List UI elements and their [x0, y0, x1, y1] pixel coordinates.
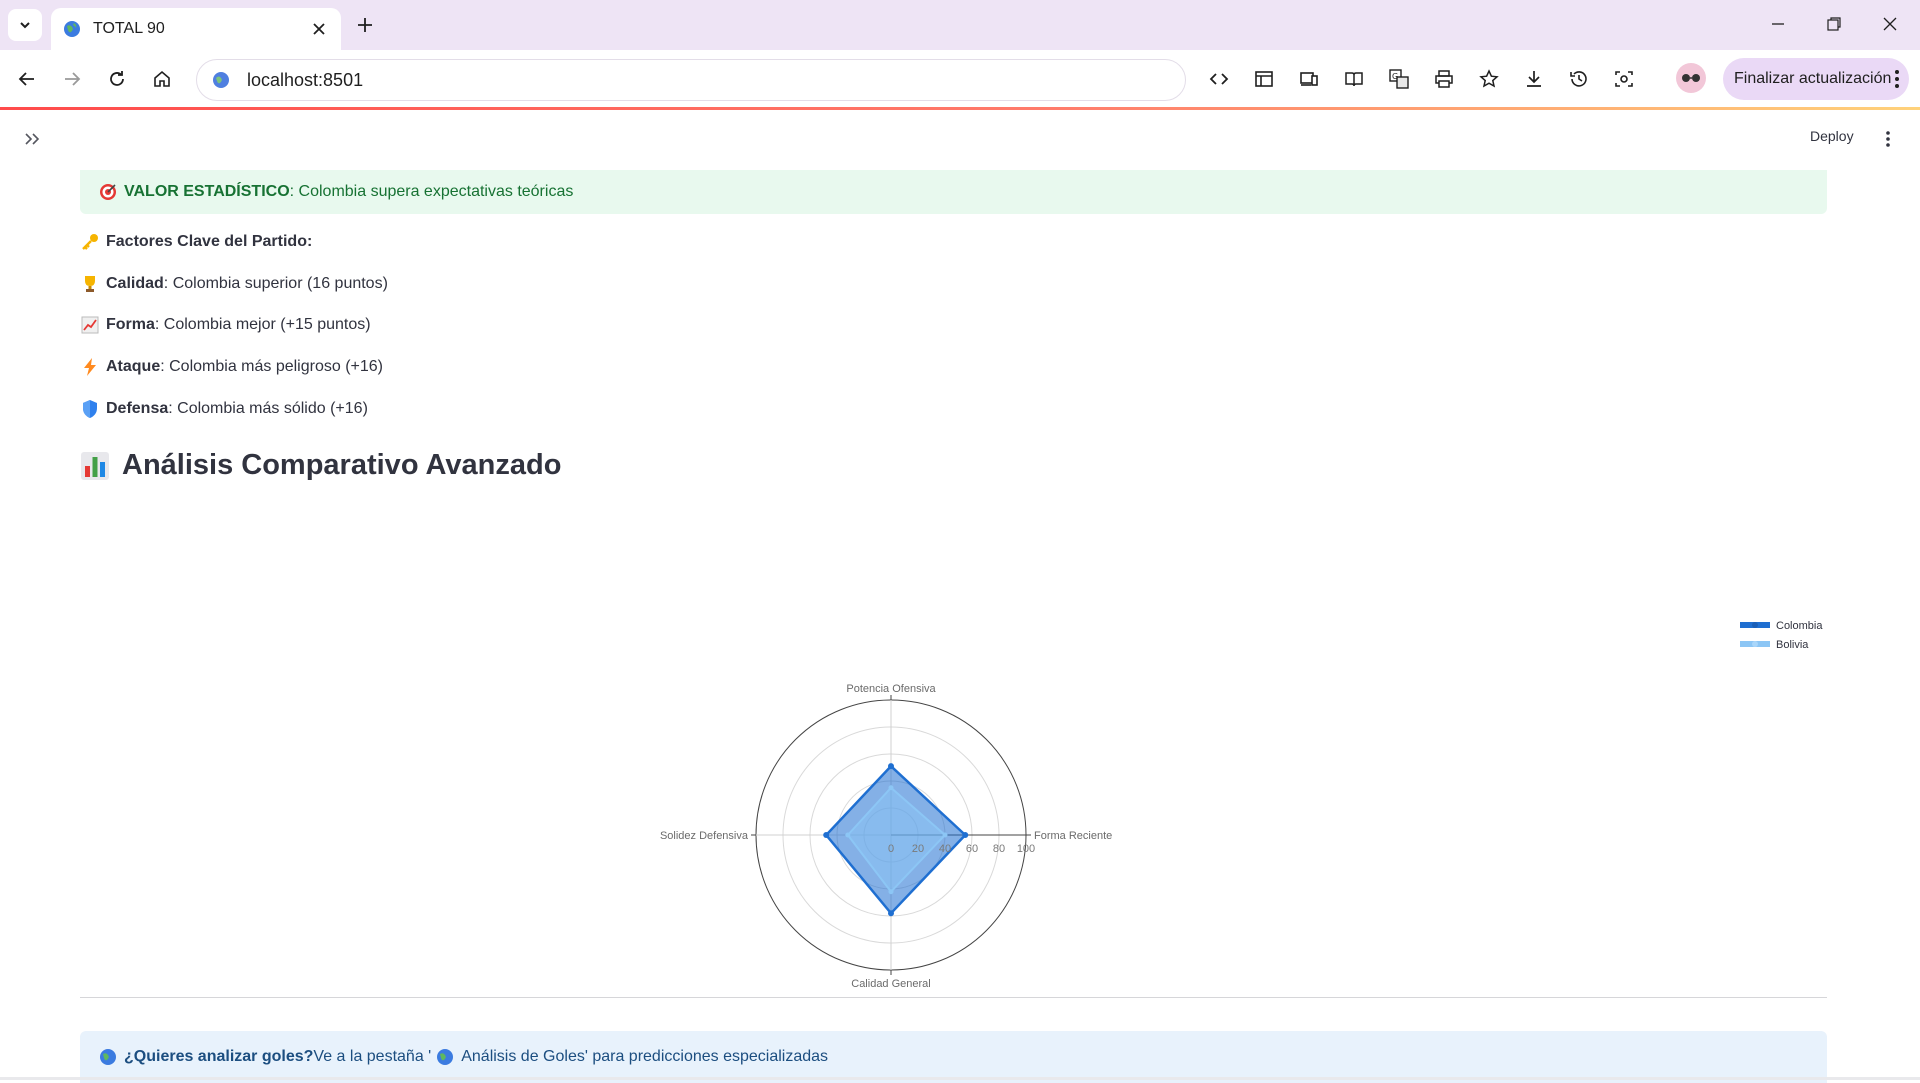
target-icon — [100, 184, 116, 200]
restore-icon — [1827, 17, 1841, 31]
deploy-button[interactable]: Deploy — [1810, 128, 1854, 144]
radar-point-colombia — [962, 832, 969, 838]
site-info-icon[interactable] — [211, 70, 231, 90]
radar-axis-label: Forma Reciente — [1034, 830, 1112, 842]
radar-point-colombia — [888, 763, 894, 770]
radar-point-colombia — [888, 910, 894, 917]
code-icon[interactable] — [1202, 62, 1236, 96]
screenshot-icon[interactable] — [1607, 62, 1641, 96]
translate-icon[interactable]: G — [1382, 62, 1416, 96]
factors-heading: Factores Clave del Partido: — [80, 232, 312, 252]
factor-item: Forma: Colombia mejor (+15 puntos) — [80, 315, 371, 335]
browser-tab[interactable]: TOTAL 90 — [51, 8, 341, 50]
home-icon — [154, 70, 170, 87]
svg-text:G: G — [1392, 72, 1398, 81]
success-text: : Colombia supera expectativas teóricas — [289, 183, 574, 200]
radial-tick-label: 80 — [993, 843, 1005, 855]
minimize-icon — [1772, 23, 1784, 25]
bookmark-star-icon[interactable] — [1472, 62, 1506, 96]
tab-list-button[interactable] — [8, 9, 42, 41]
home-button[interactable] — [145, 62, 179, 96]
browser-toolbar: localhost:8501 G Finalizar actualización — [0, 50, 1920, 108]
info-alert: ¿Quieres analizar goles? Ve a la pestaña… — [80, 1031, 1827, 1083]
print-icon[interactable] — [1427, 62, 1461, 96]
radar-axis-label: Calidad General — [851, 978, 931, 990]
reload-button[interactable] — [100, 62, 134, 96]
more-vert-icon[interactable] — [1895, 70, 1899, 88]
main-menu-button[interactable] — [1880, 128, 1896, 150]
radar-axis-label: Potencia Ofensiva — [846, 683, 936, 695]
update-browser-button[interactable]: Finalizar actualización — [1723, 58, 1909, 100]
update-label: Finalizar actualización — [1734, 70, 1892, 87]
arrow-left-icon — [18, 72, 34, 86]
trophy-icon — [85, 276, 95, 292]
factor-item: Calidad: Colombia superior (16 puntos) — [80, 274, 388, 294]
close-icon — [1883, 17, 1897, 31]
devices-icon[interactable] — [1292, 62, 1326, 96]
reload-icon — [110, 71, 124, 86]
chevron-down-icon — [20, 22, 30, 29]
divider — [80, 997, 1827, 998]
sidebar-toggle-button[interactable] — [20, 128, 44, 150]
glasses-icon — [1682, 74, 1700, 82]
success-alert: VALOR ESTADÍSTICO: Colombia supera expec… — [80, 170, 1827, 214]
tab-title: TOTAL 90 — [93, 20, 165, 37]
radial-tick-label: 60 — [966, 843, 978, 855]
bar-chart-icon — [81, 451, 109, 480]
radar-axis-label: Solidez Defensiva — [660, 830, 749, 842]
radar-point-bolivia — [942, 832, 948, 838]
radar-chart[interactable]: 0 20 40 60 80 100 Potencia Ofensiva Forma Recie… — [80, 540, 1827, 1020]
browser-tab-bar: TOTAL 90 — [0, 0, 1920, 50]
info-label: ¿Quieres analizar goles? — [124, 1048, 314, 1065]
key-icon — [82, 234, 98, 250]
more-vert-icon — [1886, 131, 1890, 147]
radar-chart-svg: 0 20 40 60 80 100 Potencia Ofensiva Forma Recie… — [660, 620, 1823, 990]
success-label: VALOR ESTADÍSTICO — [124, 183, 290, 200]
radar-point-bolivia — [845, 832, 851, 838]
legend-label: Bolivia — [1776, 639, 1809, 651]
factor-item: Defensa: Colombia más sólido (+16) — [80, 399, 368, 419]
radar-point-bolivia — [888, 889, 894, 895]
download-icon[interactable] — [1517, 62, 1551, 96]
app-header: Deploy — [0, 110, 1920, 166]
legend-label: Colombia — [1776, 620, 1823, 632]
legend-marker — [1752, 622, 1758, 628]
factor-item: Ataque: Colombia más peligroso (+16) — [80, 357, 383, 377]
address-bar[interactable]: localhost:8501 — [196, 59, 1186, 101]
radar-point-colombia — [823, 832, 830, 838]
back-button[interactable] — [10, 62, 44, 96]
profile-avatar[interactable] — [1676, 63, 1706, 93]
radial-tick-label: 20 — [912, 843, 924, 855]
new-tab-button[interactable] — [352, 12, 378, 38]
url-text: localhost:8501 — [247, 69, 364, 90]
section-title: Análisis Comparativo Avanzado — [80, 449, 561, 482]
plus-icon — [358, 18, 372, 32]
legend-marker — [1752, 641, 1758, 647]
arrow-right-icon — [65, 72, 81, 86]
minimize-button[interactable] — [1758, 10, 1798, 38]
radar-point-bolivia — [888, 785, 894, 791]
soccer-ball-icon — [437, 1049, 454, 1065]
info-text-before: Ve a la pestaña ' — [313, 1048, 432, 1065]
radial-tick-label: 0 — [888, 843, 894, 855]
lightning-icon — [84, 358, 96, 376]
shield-icon — [83, 400, 97, 418]
close-tab-icon[interactable] — [309, 19, 329, 39]
radial-tick-label: 100 — [1017, 843, 1035, 855]
info-text-after: Análisis de Goles' para predicciones esp… — [461, 1048, 829, 1065]
double-chevron-right-icon — [25, 133, 40, 145]
chart-up-icon — [81, 316, 99, 334]
close-window-button[interactable] — [1870, 10, 1910, 38]
table-icon[interactable] — [1247, 62, 1281, 96]
restore-button[interactable] — [1814, 10, 1854, 38]
soccer-ball-icon — [100, 1049, 116, 1065]
globe-icon — [64, 21, 80, 37]
reader-mode-icon[interactable] — [1337, 62, 1371, 96]
forward-button[interactable] — [55, 62, 89, 96]
history-icon[interactable] — [1562, 62, 1596, 96]
radial-tick-label: 40 — [939, 843, 951, 855]
